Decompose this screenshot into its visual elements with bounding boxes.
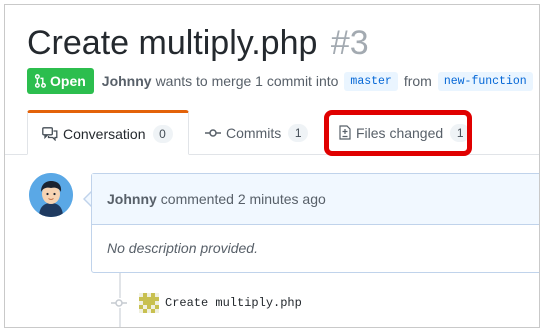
- tab-counter: 0: [152, 124, 173, 143]
- status-badge: Open: [27, 68, 94, 94]
- identicon-avatar[interactable]: [139, 293, 159, 313]
- comment-timestamp: commented 2 minutes ago: [160, 191, 326, 207]
- author-link[interactable]: Johnny: [102, 73, 152, 89]
- pull-request-icon: [34, 74, 46, 88]
- status-label: Open: [50, 73, 86, 89]
- user-avatar-icon: [29, 173, 73, 217]
- tab-label: Conversation: [63, 125, 146, 142]
- pull-request-page: Create multiply.php #3 Open Johnny wants…: [4, 4, 540, 328]
- merge-summary: wants to merge 1 commit into: [155, 73, 339, 89]
- git-commit-icon: [205, 128, 221, 137]
- tab-counter: 1: [288, 123, 309, 142]
- base-branch[interactable]: master: [344, 71, 398, 91]
- comment-discussion-icon: [42, 126, 58, 141]
- tab-label: Commits: [226, 124, 282, 141]
- avatar[interactable]: [29, 173, 73, 217]
- tab-conversation[interactable]: Conversation 0: [27, 110, 189, 155]
- comment-author[interactable]: Johnny: [107, 191, 157, 207]
- comment-box: Johnny commented 2 minutes ago No descri…: [91, 173, 539, 273]
- pr-number: #3: [330, 24, 369, 62]
- tab-commits[interactable]: Commits 1: [205, 110, 309, 155]
- pr-meta: Open Johnny wants to merge 1 commit into…: [27, 67, 539, 95]
- commit-message-link[interactable]: Create multiply.php: [165, 296, 302, 310]
- pr-title: Create multiply.php: [27, 24, 318, 62]
- comment-body: No description provided.: [107, 240, 258, 256]
- from-text: from: [403, 73, 432, 89]
- commit-item: Create multiply.php: [105, 291, 302, 315]
- page-title: Create multiply.php #3: [27, 19, 369, 67]
- comment-header: Johnny commented 2 minutes ago: [92, 174, 539, 225]
- files-changed-highlight: [324, 110, 472, 156]
- head-branch[interactable]: new-function: [437, 71, 533, 91]
- git-commit-icon: [105, 298, 133, 308]
